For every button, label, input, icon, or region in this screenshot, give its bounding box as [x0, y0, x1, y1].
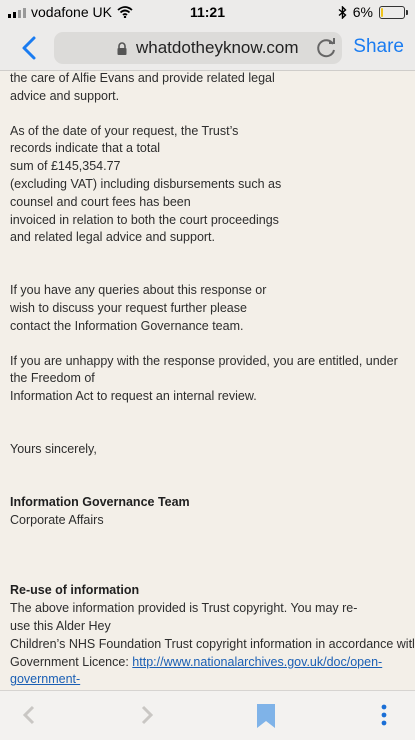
text-line: As of the date of your request, the Trus…: [10, 123, 239, 138]
signature-team: Information Governance Team: [10, 494, 190, 509]
page-content: the care of Alfie Evans and provide rela…: [10, 70, 414, 690]
paragraph-2: As of the date of your request, the Trus…: [10, 123, 414, 248]
lock-icon: [117, 42, 127, 55]
text-line: counsel and court fees has been: [10, 194, 191, 209]
text-line: wish to discuss your request further ple…: [10, 300, 247, 315]
forward-arrow-icon[interactable]: [138, 704, 156, 726]
ogl-link-continued[interactable]: government-: [10, 672, 80, 686]
back-arrow-icon[interactable]: [20, 704, 38, 726]
battery-level: [381, 7, 383, 17]
share-button[interactable]: Share: [353, 36, 404, 58]
text-line: records indicate that a total: [10, 141, 161, 156]
text-line: Information Act to request an internal r…: [10, 389, 257, 404]
text-line: invoiced in relation to both the court p…: [10, 212, 279, 227]
ogl-link[interactable]: http://www.nationalarchives.gov.uk/doc/o…: [132, 655, 382, 669]
paragraph-1: the care of Alfie Evans and provide rela…: [10, 70, 414, 106]
text-line: sum of £145,354.77: [10, 159, 121, 174]
browser-nav-bar: whatdotheyknow.com Share: [0, 26, 415, 71]
back-chevron-icon[interactable]: [18, 35, 42, 61]
text-line: and related legal advice and support.: [10, 230, 216, 245]
text-line: the Freedom of: [10, 371, 95, 386]
text-line: Children’s NHS Foundation Trust copyrigh…: [10, 636, 414, 651]
text-line: the care of Alfie Evans and provide rela…: [10, 71, 275, 85]
text-line: Government Licence:: [10, 654, 133, 669]
signature-department: Corporate Affairs: [10, 512, 104, 527]
reload-icon[interactable]: [314, 36, 338, 60]
url-text: whatdotheyknow.com: [136, 38, 299, 57]
reuse-heading: Re-use of information: [10, 583, 140, 598]
browser-toolbar: [0, 690, 415, 740]
text-line: contact the Information Governance team.: [10, 318, 244, 333]
more-options-icon[interactable]: [380, 703, 388, 727]
paragraph-3: If you have any queries about this respo…: [10, 282, 414, 335]
bookmarks-icon[interactable]: [255, 702, 277, 730]
text-line: advice and support.: [10, 88, 120, 103]
text-line: If you have any queries about this respo…: [10, 283, 267, 298]
battery-icon: [379, 5, 408, 19]
status-right: 6%: [338, 4, 408, 20]
bluetooth-icon: [338, 5, 347, 19]
battery-percent: 6%: [352, 4, 373, 20]
address-bar[interactable]: whatdotheyknow.com: [54, 32, 342, 64]
status-bar: vodafone UK 11:21 6%: [0, 0, 415, 26]
closing: Yours sincerely,: [10, 441, 97, 456]
text-line: (excluding VAT) including disbursements …: [10, 176, 282, 191]
text-line: The above information provided is Trust …: [10, 601, 358, 616]
text-line: use this Alder Hey: [10, 618, 111, 633]
reuse-paragraph: The above information provided is Trust …: [10, 600, 414, 689]
paragraph-4: If you are unhappy with the response pro…: [10, 353, 414, 406]
text-line: If you are unhappy with the response pro…: [10, 353, 398, 368]
